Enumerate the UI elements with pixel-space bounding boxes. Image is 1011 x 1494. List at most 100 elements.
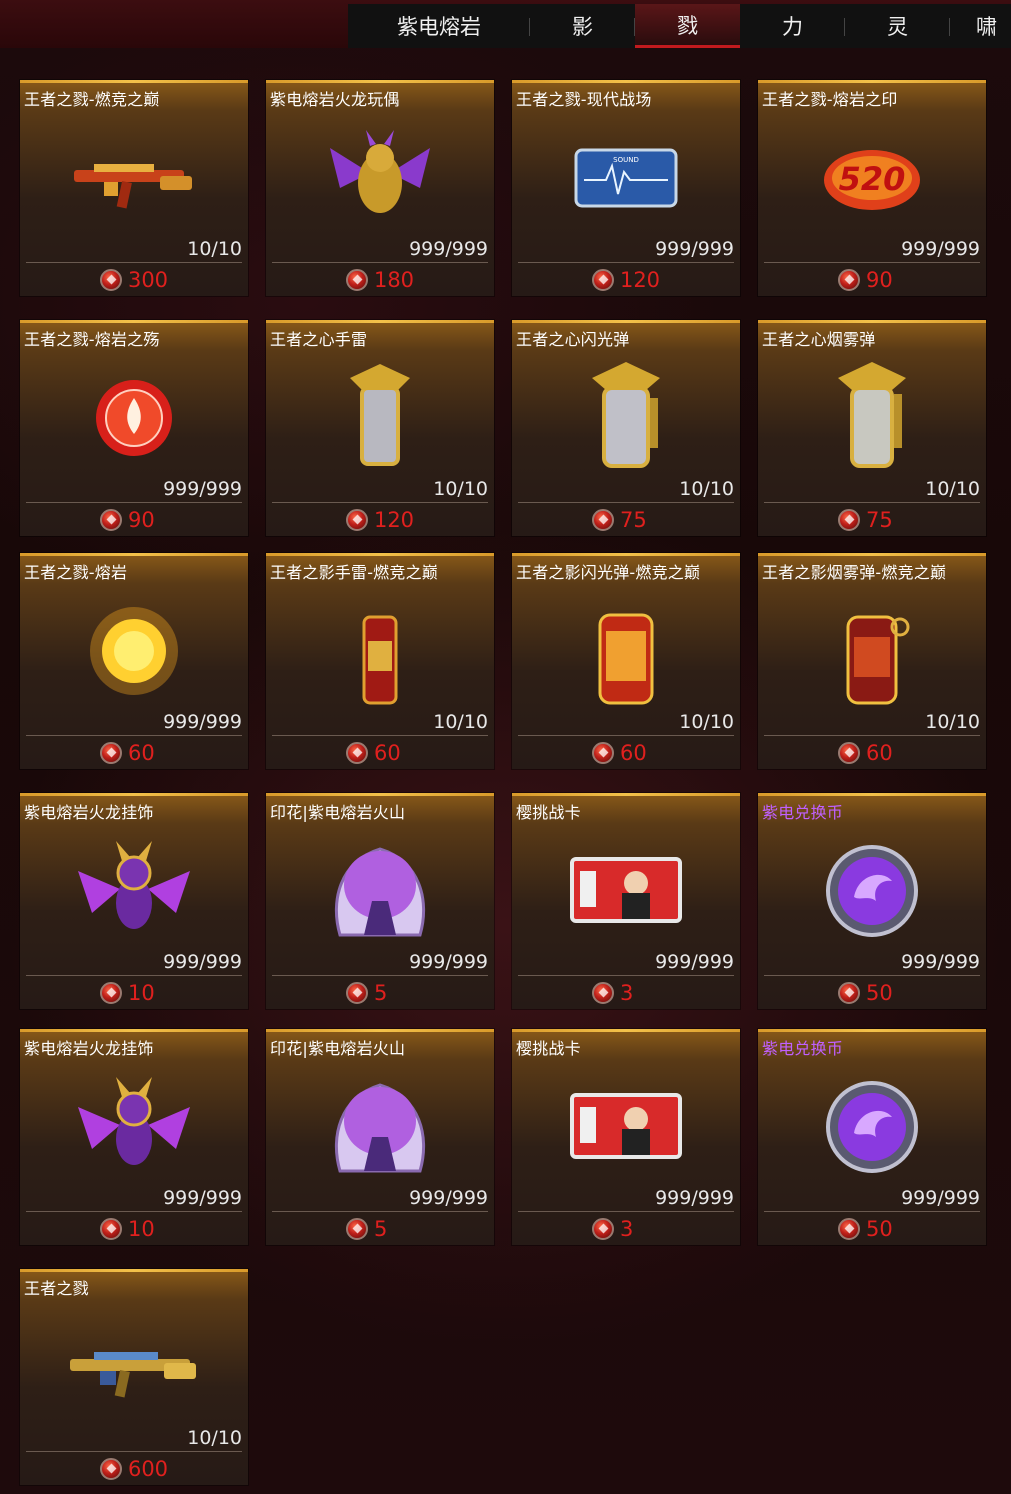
shop-item-card[interactable]: 紫电熔岩火龙挂饰 999/999 10 — [20, 1029, 248, 1245]
currency-coin-icon — [100, 742, 122, 764]
divider — [518, 262, 734, 263]
grenade-red-icon — [310, 591, 450, 711]
price-row: 300 — [20, 266, 248, 294]
item-stock: 999/999 — [163, 478, 242, 500]
currency-coin-icon — [838, 1218, 860, 1240]
price-row: 3 — [512, 979, 740, 1007]
item-name: 樱挑战卡 — [516, 1039, 581, 1058]
item-stock: 999/999 — [655, 238, 734, 260]
volcano-sticker-icon — [310, 831, 450, 951]
item-price: 3 — [620, 1217, 634, 1241]
price-row: 10 — [20, 979, 248, 1007]
tab-label: 力 — [782, 15, 803, 39]
divider — [272, 502, 488, 503]
flashbang-red-icon — [556, 591, 696, 711]
shop-item-card[interactable]: 王者之心闪光弹 10/10 75 — [512, 320, 740, 536]
shop-item-card[interactable]: 樱挑战卡 999/999 3 — [512, 1029, 740, 1245]
smoke-grenade-gold-icon — [802, 358, 942, 478]
currency-coin-icon — [838, 269, 860, 291]
shop-item-card[interactable]: 王者之影闪光弹-燃竞之巅 10/10 60 — [512, 553, 740, 769]
shop-item-card[interactable]: 王者之戮-燃竞之巅 10/10 300 — [20, 80, 248, 296]
shop-item-card[interactable]: 王者之影手雷-燃竞之巅 10/10 60 — [266, 553, 494, 769]
dragon-charm-icon — [64, 831, 204, 951]
shop-item-card[interactable]: 紫电熔岩火龙玩偶 999/999 180 — [266, 80, 494, 296]
tab-label: 啸 — [976, 15, 997, 39]
price-row: 3 — [512, 1215, 740, 1243]
dragon-doll-icon — [310, 118, 450, 238]
shop-item-card[interactable]: 王者之心烟雾弹 10/10 75 — [758, 320, 986, 536]
item-stock: 999/999 — [901, 1187, 980, 1209]
item-price: 75 — [866, 508, 893, 532]
item-price: 3 — [620, 981, 634, 1005]
shop-item-card[interactable]: 王者之戮-熔岩 999/999 60 — [20, 553, 248, 769]
top-bar: 紫电熔岩 影 戮 力 灵 啸 — [0, 0, 1011, 48]
shop-item-card[interactable]: 王者之戮 10/10 600 — [20, 1269, 248, 1485]
divider — [26, 735, 242, 736]
dragon-charm-icon — [64, 1067, 204, 1187]
price-row: 5 — [266, 1215, 494, 1243]
item-name: 印花|紫电熔岩火山 — [270, 803, 406, 822]
shop-item-card[interactable]: 王者之心手雷 10/10 120 — [266, 320, 494, 536]
currency-coin-icon — [345, 509, 368, 531]
item-stock: 999/999 — [163, 1187, 242, 1209]
price-row: 60 — [758, 739, 986, 767]
divider — [518, 975, 734, 976]
currency-coin-icon — [100, 1218, 122, 1240]
item-price: 600 — [127, 1457, 169, 1481]
currency-coin-icon — [346, 982, 368, 1004]
item-name: 王者之影烟雾弹-燃竞之巅 — [762, 563, 947, 582]
currency-coin-icon — [592, 1218, 614, 1240]
currency-coin-icon — [592, 982, 614, 1004]
shop-item-card[interactable]: 王者之戮-熔岩之殇 999/999 90 — [20, 320, 248, 536]
price-row: 60 — [20, 739, 248, 767]
smoke-grenade-red-icon — [802, 591, 942, 711]
shop-item-card[interactable]: 印花|紫电熔岩火山 999/999 5 — [266, 1029, 494, 1245]
item-stock: 999/999 — [163, 951, 242, 973]
tab-lu[interactable]: 戮 — [635, 4, 740, 48]
price-row: 60 — [266, 739, 494, 767]
item-name: 紫电兑换币 — [762, 1039, 844, 1058]
item-name: 王者之心手雷 — [270, 330, 368, 349]
item-stock: 10/10 — [925, 711, 980, 733]
currency-coin-icon — [838, 742, 860, 764]
tab-ying[interactable]: 影 — [530, 4, 635, 48]
svg-text:SOUND: SOUND — [613, 156, 639, 164]
shop-item-card[interactable]: 王者之戮-熔岩之印 520 999/999 90 — [758, 80, 986, 296]
item-price: 50 — [866, 1217, 893, 1241]
item-price: 10 — [128, 981, 155, 1005]
shop-item-card[interactable]: 樱挑战卡 999/999 3 — [512, 793, 740, 1009]
item-price: 300 — [127, 268, 169, 292]
flame-emblem-icon — [64, 358, 204, 478]
shop-item-card[interactable]: 紫电兑换币 999/999 50 — [758, 1029, 986, 1245]
shop-item-card[interactable]: 印花|紫电熔岩火山 999/999 5 — [266, 793, 494, 1009]
price-row: 10 — [20, 1215, 248, 1243]
shop-item-card[interactable]: 紫电兑换币 999/999 50 — [758, 793, 986, 1009]
item-name: 王者之戮-燃竞之巅 — [24, 90, 160, 109]
item-stock: 999/999 — [409, 238, 488, 260]
tab-ling[interactable]: 灵 — [845, 4, 950, 48]
divider — [26, 262, 242, 263]
svg-text:520: 520 — [839, 160, 906, 198]
tab-xiao[interactable]: 啸 — [950, 4, 1010, 48]
currency-coin-icon — [346, 1218, 368, 1240]
shop-item-card[interactable]: 王者之影烟雾弹-燃竞之巅 10/10 60 — [758, 553, 986, 769]
shop-item-card[interactable]: 紫电熔岩火龙挂饰 999/999 10 — [20, 793, 248, 1009]
price-row: 75 — [512, 506, 740, 534]
shop-item-card[interactable]: 王者之戮-现代战场 SOUND 999/999 120 — [512, 80, 740, 296]
item-stock: 999/999 — [901, 238, 980, 260]
tab-li[interactable]: 力 — [740, 4, 845, 48]
tab-label: 影 — [572, 15, 593, 39]
item-name: 印花|紫电熔岩火山 — [270, 1039, 406, 1058]
item-price: 180 — [373, 268, 415, 292]
item-price: 90 — [866, 268, 893, 292]
currency-coin-icon — [592, 742, 614, 764]
price-row: 90 — [758, 266, 986, 294]
divider — [26, 1451, 242, 1452]
item-stock: 10/10 — [187, 1427, 242, 1449]
item-stock: 999/999 — [409, 1187, 488, 1209]
tab-zidian-rongyan[interactable]: 紫电熔岩 — [348, 4, 530, 48]
item-name: 王者之戮-现代战场 — [516, 90, 652, 109]
purple-coin-icon — [802, 831, 942, 951]
price-row: 90 — [20, 506, 248, 534]
divider — [26, 975, 242, 976]
